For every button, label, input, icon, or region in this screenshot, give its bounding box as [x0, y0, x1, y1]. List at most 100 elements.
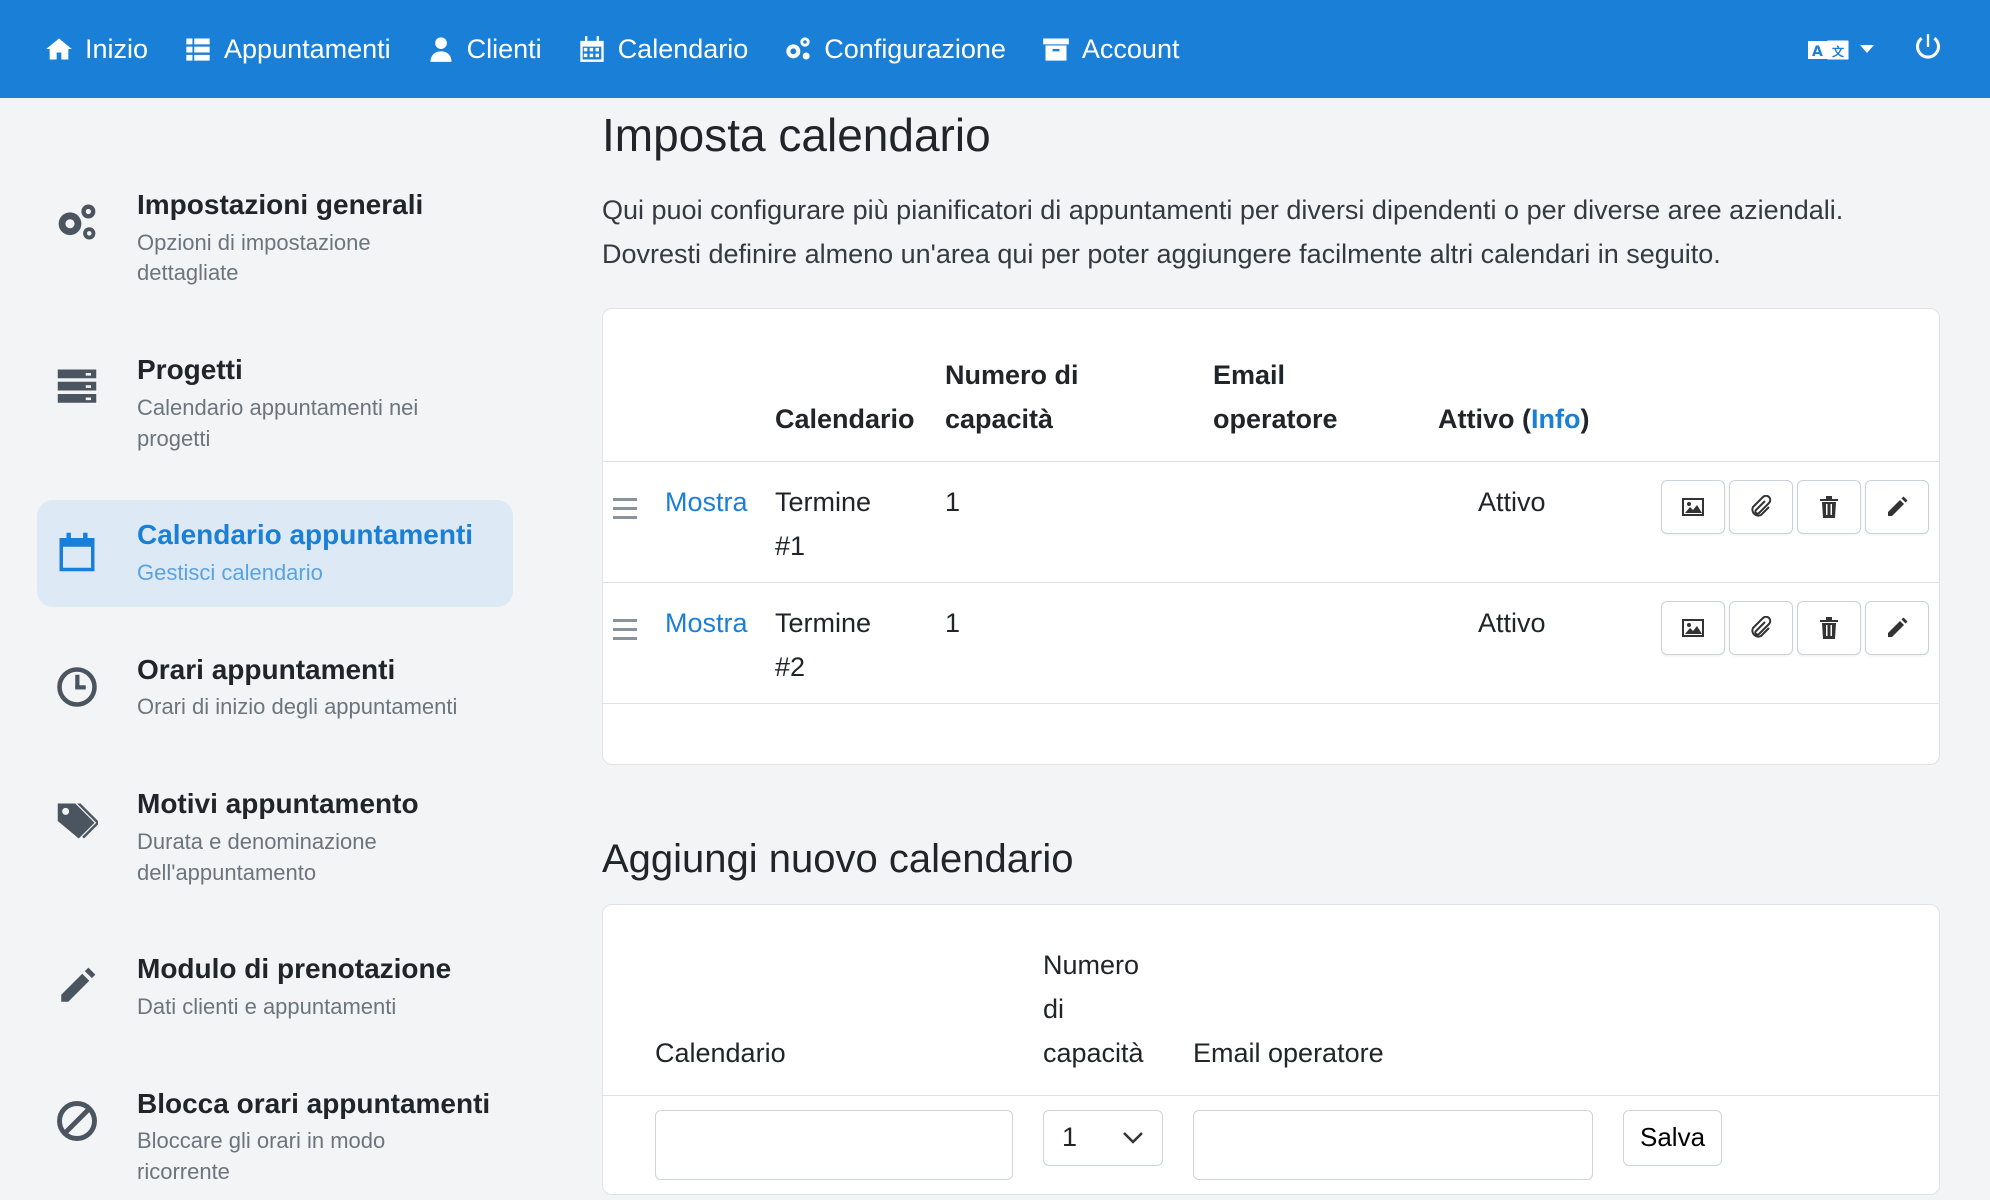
add-header-calendar: Calendario	[655, 1037, 786, 1068]
image-icon	[1682, 498, 1704, 516]
sidebar-item-appointment-calendar[interactable]: Calendario appuntamenti Gestisci calenda…	[37, 500, 513, 607]
save-button[interactable]: Salva	[1623, 1109, 1723, 1166]
nav-label: Inizio	[85, 33, 149, 64]
add-header-capacity: Numero di capacità	[1043, 949, 1144, 1068]
user-icon	[430, 37, 452, 62]
sidebar-item-projects[interactable]: Progetti Calendario appuntamenti nei pro…	[37, 335, 513, 472]
ban-icon	[55, 1099, 99, 1143]
nav-calendario[interactable]: Calendario	[578, 33, 749, 65]
archive-icon	[1043, 38, 1069, 61]
image-button[interactable]	[1661, 480, 1725, 534]
svg-text:文: 文	[1832, 44, 1845, 59]
edit-button[interactable]	[1865, 601, 1929, 655]
header-email: Email operatore	[1213, 360, 1338, 434]
calendar-name-input[interactable]	[655, 1109, 1013, 1180]
logout-button[interactable]	[1914, 33, 1942, 66]
capacity-select-value: 1	[1062, 1122, 1078, 1152]
nav-inizio[interactable]: Inizio	[45, 34, 148, 65]
sidebar-item-title: Calendario appuntamenti	[137, 519, 474, 551]
drag-handle-icon[interactable]	[603, 461, 665, 583]
cogs-icon	[55, 200, 99, 244]
sidebar-item-subtitle: Bloccare gli orari in modo ricorrente	[137, 1128, 386, 1185]
sidebar-item-title: Blocca orari appuntamenti	[137, 1087, 491, 1119]
pencil-icon	[1888, 617, 1908, 637]
svg-text:A: A	[1812, 44, 1823, 60]
sidebar-item-block-times[interactable]: Blocca orari appuntamenti Bloccare gli o…	[37, 1069, 513, 1200]
sidebar-item-title: Modulo di prenotazione	[137, 953, 452, 985]
operator-email	[1213, 582, 1438, 704]
operator-email	[1213, 461, 1438, 583]
home-icon	[46, 38, 72, 60]
calendar-table: Calendario Numero di capacità Email oper…	[603, 309, 1939, 764]
info-link[interactable]: Info	[1531, 404, 1580, 434]
show-link[interactable]: Mostra	[665, 487, 748, 517]
add-calendar-title: Aggiungi nuovo calendario	[602, 836, 1074, 881]
attach-button[interactable]	[1729, 601, 1793, 655]
nav-label: Calendario	[617, 33, 749, 64]
delete-button[interactable]	[1797, 480, 1861, 534]
paperclip-icon	[1751, 616, 1772, 638]
table-row: Mostra Termine #1 1 Attivo	[603, 461, 1939, 583]
calendar-list-card: Calendario Numero di capacità Email oper…	[602, 308, 1940, 765]
nav-label: Clienti	[466, 33, 542, 64]
sidebar-item-general-settings[interactable]: Impostazioni generali Opzioni di imposta…	[37, 170, 513, 307]
add-form-row: 1 Salva	[603, 1094, 1939, 1194]
calendar-icon	[55, 530, 99, 574]
operator-email-input[interactable]	[1193, 1109, 1593, 1180]
pencil-icon	[55, 964, 99, 1008]
chevron-down-icon	[1860, 45, 1874, 53]
image-icon	[1682, 619, 1704, 637]
add-header-email: Email operatore	[1193, 1037, 1384, 1068]
nav-label: Account	[1081, 33, 1180, 64]
page-intro: Qui puoi configurare più pianificatori d…	[602, 195, 1844, 269]
capacity-select[interactable]: 1	[1043, 1109, 1163, 1166]
sidebar-item-booking-form[interactable]: Modulo di prenotazione Dati clienti e ap…	[37, 934, 513, 1040]
nav-appuntamenti[interactable]: Appuntamenti	[184, 34, 391, 65]
trash-icon	[1820, 496, 1838, 518]
power-icon	[1916, 33, 1940, 59]
clock-icon	[55, 665, 99, 709]
settings-sidebar: Impostazioni generali Opzioni di imposta…	[37, 170, 513, 1200]
calendar-icon	[580, 36, 604, 62]
language-dropdown[interactable]: A 文	[1808, 35, 1874, 63]
calendar-name: Termine #1	[775, 461, 945, 583]
table-header-row: Calendario Numero di capacità Email oper…	[603, 309, 1939, 462]
nav-account[interactable]: Account	[1042, 33, 1180, 65]
header-active: Attivo (Info)	[1438, 404, 1590, 434]
sidebar-item-subtitle: Dati clienti e appuntamenti	[137, 993, 397, 1019]
table-footer-row	[603, 703, 1939, 764]
header-calendar: Calendario	[775, 404, 915, 434]
sidebar-item-subtitle: Gestisci calendario	[137, 559, 323, 585]
show-link[interactable]: Mostra	[665, 608, 748, 638]
capacity-value: 1	[945, 461, 1213, 583]
server-icon	[55, 365, 99, 409]
sidebar-item-subtitle: Opzioni di impostazione dettagliate	[137, 229, 371, 286]
edit-button[interactable]	[1865, 480, 1929, 534]
sidebar-item-appointment-reasons[interactable]: Motivi appuntamento Durata e denominazio…	[37, 769, 513, 906]
table-row: Mostra Termine #2 1 Attivo	[603, 582, 1939, 704]
nav-clienti[interactable]: Clienti	[427, 34, 542, 65]
sidebar-item-subtitle: Durata e denominazione dell'appuntamento	[137, 828, 377, 885]
attach-button[interactable]	[1729, 480, 1793, 534]
translate-icon: A 文	[1808, 40, 1849, 60]
sidebar-item-subtitle: Orari di inizio degli appuntamenti	[137, 694, 458, 720]
add-table-header-row: Calendario Numero di capacità Email oper…	[603, 905, 1939, 1096]
sidebar-item-title: Impostazioni generali	[137, 189, 424, 220]
nav-label: Appuntamenti	[224, 33, 391, 64]
sidebar-item-appointment-times[interactable]: Orari appuntamenti Orari di inizio degli…	[37, 635, 513, 741]
chevron-down-icon	[1123, 1131, 1143, 1144]
header-capacity: Numero di capacità	[945, 360, 1079, 434]
sidebar-item-title: Orari appuntamenti	[137, 653, 396, 685]
drag-handle-icon[interactable]	[603, 582, 665, 704]
status-text: Attivo	[1438, 461, 1638, 583]
sidebar-item-title: Progetti	[137, 354, 243, 386]
delete-button[interactable]	[1797, 601, 1861, 655]
add-calendar-table: Calendario Numero di capacità Email oper…	[603, 905, 1939, 1194]
sidebar-item-title: Motivi appuntamento	[137, 788, 419, 820]
page-title: Imposta calendario	[602, 109, 991, 161]
add-calendar-card: Calendario Numero di capacità Email oper…	[602, 903, 1940, 1195]
tags-icon	[55, 799, 99, 843]
image-button[interactable]	[1661, 601, 1725, 655]
status-text: Attivo	[1438, 582, 1638, 704]
nav-configurazione[interactable]: Configurazione	[784, 34, 1006, 65]
